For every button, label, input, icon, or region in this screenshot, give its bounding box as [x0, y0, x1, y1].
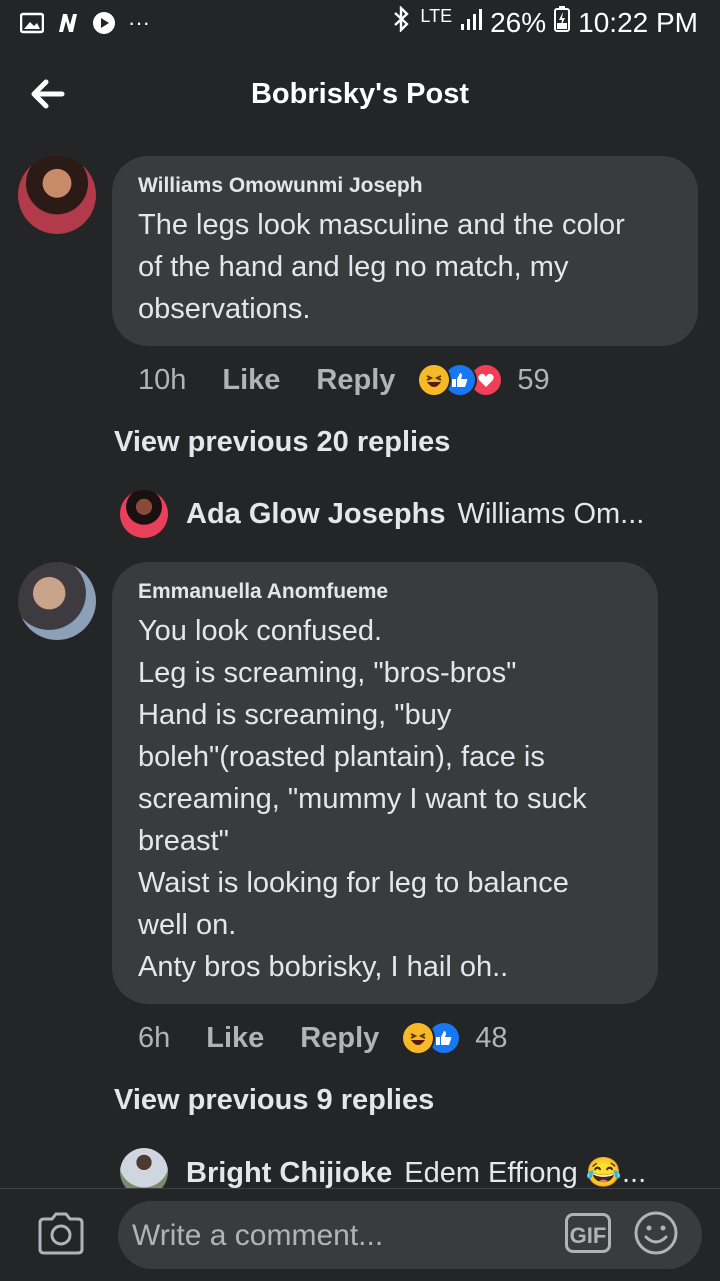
comment-text: The legs look masculine and the color of…: [138, 209, 625, 325]
comment-author[interactable]: Emmanuella Anomfueme: [138, 580, 388, 604]
battery-percent: 26%: [490, 6, 547, 38]
gallery-icon: [19, 11, 45, 35]
haha-reaction-icon: [401, 1021, 436, 1055]
comment-actions: 10h Like Reply 59: [138, 360, 550, 400]
comment-input[interactable]: Write a comment... GIF: [118, 1201, 702, 1269]
view-previous-replies[interactable]: View previous 9 replies: [114, 1084, 434, 1117]
reply-text: Edem Effiong 😂...: [404, 1157, 647, 1189]
signal-icon: [460, 7, 483, 39]
reaction-count: 59: [517, 363, 550, 396]
comment-text: You look confused. Leg is screaming, "br…: [138, 615, 587, 983]
status-bar: ··· LTE 26% 10:22 PM: [0, 0, 720, 50]
notification-n-icon: [56, 11, 80, 35]
comment-bubble: Williams Omowunmi Joseph The legs look m…: [112, 156, 698, 346]
reply-button[interactable]: Reply: [316, 364, 395, 397]
haha-reaction-icon: [417, 363, 452, 397]
latest-reply[interactable]: Ada Glow Josephs Williams Om...: [186, 498, 644, 531]
reply-author[interactable]: Ada Glow Josephs: [186, 498, 445, 531]
like-button[interactable]: Like: [222, 364, 280, 397]
header: Bobrisky's Post: [0, 56, 720, 136]
reaction-count: 48: [475, 1021, 508, 1054]
reply-button[interactable]: Reply: [300, 1022, 379, 1055]
gif-button[interactable]: GIF: [565, 1213, 611, 1253]
reply-text: Williams Om...: [457, 498, 645, 530]
comment-input-placeholder: Write a comment...: [132, 1219, 384, 1252]
camera-icon[interactable]: [36, 1211, 86, 1257]
view-previous-replies[interactable]: View previous 20 replies: [114, 426, 450, 459]
avatar[interactable]: [120, 490, 168, 538]
reactions[interactable]: 59: [417, 363, 550, 397]
comment-time: 10h: [138, 363, 187, 396]
comment-time: 6h: [138, 1021, 171, 1054]
bluetooth-icon: [392, 5, 412, 39]
comment-composer: Write a comment... GIF: [0, 1188, 720, 1281]
avatar[interactable]: [18, 156, 96, 234]
reactions[interactable]: 48: [401, 1021, 508, 1055]
emoji-icon[interactable]: [632, 1209, 680, 1257]
page-title: Bobrisky's Post: [250, 78, 470, 110]
like-button[interactable]: Like: [206, 1022, 264, 1055]
comment-actions: 6h Like Reply 48: [138, 1018, 508, 1058]
battery-icon: [554, 6, 571, 39]
clock: 10:22 PM: [578, 6, 698, 38]
play-icon: [92, 11, 116, 35]
latest-reply[interactable]: Bright Chijioke Edem Effiong 😂...: [186, 1156, 646, 1190]
avatar[interactable]: [18, 562, 96, 640]
more-notifications-icon: ···: [128, 10, 150, 35]
network-type: LTE: [420, 6, 453, 26]
reply-author[interactable]: Bright Chijioke: [186, 1157, 392, 1190]
comment-author[interactable]: Williams Omowunmi Joseph: [138, 174, 423, 198]
comment-bubble: Emmanuella Anomfueme You look confused. …: [112, 562, 658, 1004]
